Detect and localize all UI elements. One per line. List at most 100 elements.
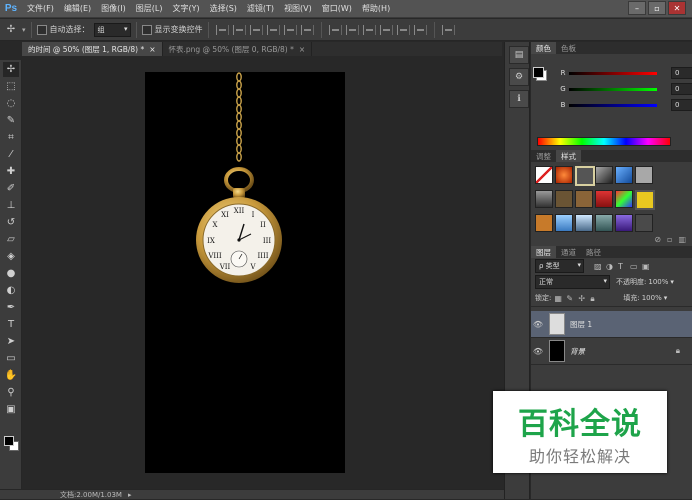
no-style-icon[interactable]: ⊘: [654, 235, 661, 244]
lock-position-icon[interactable]: ✢: [578, 294, 587, 303]
auto-select-checkbox[interactable]: [36, 24, 47, 35]
tab-color[interactable]: 颜色: [531, 42, 556, 54]
marquee-tool-icon[interactable]: ⬚: [3, 79, 19, 94]
lock-transparent-icon[interactable]: ▦: [554, 294, 563, 303]
healing-tool-icon[interactable]: ✚: [3, 164, 19, 179]
align-top-icon[interactable]: [215, 24, 229, 35]
align-right-icon[interactable]: [300, 24, 314, 35]
blur-tool-icon[interactable]: ●: [3, 266, 19, 281]
style-swatch[interactable]: [575, 190, 593, 208]
red-slider[interactable]: [569, 71, 657, 75]
style-swatch[interactable]: [595, 214, 613, 232]
blend-mode-dropdown[interactable]: 正常: [535, 275, 610, 289]
filter-smart-icon[interactable]: ▣: [642, 262, 651, 271]
distribute-right-icon[interactable]: [413, 24, 427, 35]
distribute-bottom-icon[interactable]: [362, 24, 376, 35]
menu-edit[interactable]: 编辑(E): [59, 3, 96, 14]
info-panel-icon[interactable]: ℹ: [509, 90, 529, 108]
style-swatch[interactable]: [575, 166, 595, 186]
opacity-input[interactable]: 100%: [648, 278, 668, 286]
history-brush-tool-icon[interactable]: ↺: [3, 215, 19, 230]
filter-adjust-icon[interactable]: ◑: [606, 262, 615, 271]
tab-paths[interactable]: 路径: [581, 246, 606, 258]
path-select-tool-icon[interactable]: ➤: [3, 334, 19, 349]
style-swatch[interactable]: [535, 166, 553, 184]
blue-value-input[interactable]: 0: [671, 99, 692, 111]
tab-close-icon[interactable]: ×: [299, 45, 305, 54]
dodge-tool-icon[interactable]: ◐: [3, 283, 19, 298]
green-slider[interactable]: [569, 87, 657, 91]
menu-select[interactable]: 选择(S): [205, 3, 242, 14]
menu-view[interactable]: 视图(V): [279, 3, 317, 14]
tab-channels[interactable]: 通道: [556, 246, 581, 258]
lock-pixels-icon[interactable]: ✎: [566, 294, 575, 303]
menu-window[interactable]: 窗口(W): [317, 3, 357, 14]
screen-mode-icon[interactable]: ▣: [3, 402, 19, 417]
new-style-icon[interactable]: ▫: [667, 235, 672, 244]
pen-tool-icon[interactable]: ✒: [3, 300, 19, 315]
style-swatch[interactable]: [535, 214, 553, 232]
distribute-left-icon[interactable]: [379, 24, 393, 35]
tab-layers[interactable]: 图层: [531, 246, 556, 258]
style-swatch[interactable]: [615, 214, 633, 232]
tab-document-1[interactable]: 的时间 @ 50% (图层 1, RGB/8) * ×: [22, 42, 163, 56]
style-swatch[interactable]: [635, 214, 653, 232]
lasso-tool-icon[interactable]: ◌: [3, 96, 19, 111]
menu-image[interactable]: 图像(I): [96, 3, 131, 14]
fill-input[interactable]: 100%: [642, 294, 662, 302]
style-swatch[interactable]: [555, 166, 573, 184]
crop-tool-icon[interactable]: ⌗: [3, 130, 19, 145]
restore-button[interactable]: ▫: [648, 1, 666, 15]
menu-type[interactable]: 文字(Y): [167, 3, 204, 14]
type-tool-icon[interactable]: T: [3, 317, 19, 332]
align-hcenter-icon[interactable]: [283, 24, 297, 35]
align-vcenter-icon[interactable]: [232, 24, 246, 35]
green-value-input[interactable]: 0: [671, 83, 692, 95]
history-panel-icon[interactable]: ▤: [509, 46, 529, 64]
shape-tool-icon[interactable]: ▭: [3, 351, 19, 366]
style-swatch[interactable]: [555, 190, 573, 208]
menu-filter[interactable]: 滤镜(T): [242, 3, 279, 14]
chevron-right-icon[interactable]: ▸: [128, 491, 132, 499]
filter-pixel-icon[interactable]: ▨: [594, 262, 603, 271]
tab-document-2[interactable]: 怀表.png @ 50% (图层 0, RGB/8) * ×: [163, 42, 313, 56]
align-left-icon[interactable]: [266, 24, 280, 35]
eraser-tool-icon[interactable]: ▱: [3, 232, 19, 247]
blue-slider[interactable]: [569, 103, 657, 107]
hand-tool-icon[interactable]: ✋: [3, 368, 19, 383]
style-swatch[interactable]: [555, 214, 573, 232]
close-button[interactable]: ✕: [668, 1, 686, 15]
layer-row-background[interactable]: 👁︎ 背景 🔒︎: [531, 338, 692, 365]
style-swatch[interactable]: [595, 166, 613, 184]
style-swatch[interactable]: [615, 190, 633, 208]
chevron-down-icon[interactable]: ▾: [22, 26, 26, 34]
layer-filter-dropdown[interactable]: ρ 类型: [535, 259, 584, 273]
color-spectrum-ramp[interactable]: [537, 137, 671, 146]
auto-select-dropdown[interactable]: 组: [93, 22, 131, 37]
bucket-tool-icon[interactable]: ◈: [3, 249, 19, 264]
properties-panel-icon[interactable]: ⚙: [509, 68, 529, 86]
style-swatch[interactable]: [535, 190, 553, 208]
chevron-down-icon[interactable]: ▾: [670, 278, 674, 286]
auto-align-icon[interactable]: [441, 24, 455, 35]
trash-icon[interactable]: ▥: [678, 235, 686, 244]
menu-file[interactable]: 文件(F): [22, 3, 59, 14]
tab-styles[interactable]: 样式: [556, 150, 581, 162]
distribute-top-icon[interactable]: [328, 24, 342, 35]
document-canvas[interactable]: XII I II III IIII V VII VIII IX X XI: [145, 72, 345, 473]
filter-shape-icon[interactable]: ▭: [630, 262, 639, 271]
red-value-input[interactable]: 0: [671, 67, 692, 79]
layer-row-layer1[interactable]: 👁︎ 图层 1: [531, 311, 692, 338]
menu-help[interactable]: 帮助(H): [357, 3, 395, 14]
chevron-down-icon[interactable]: ▾: [664, 294, 668, 302]
style-swatch[interactable]: [615, 166, 633, 184]
filter-type-icon[interactable]: T: [618, 262, 627, 271]
brush-tool-icon[interactable]: ✐: [3, 181, 19, 196]
show-transform-checkbox[interactable]: [141, 24, 152, 35]
tab-swatches[interactable]: 色板: [556, 42, 581, 54]
quick-select-tool-icon[interactable]: ✎: [3, 113, 19, 128]
visibility-eye-icon[interactable]: 👁︎: [531, 320, 545, 329]
eyedropper-tool-icon[interactable]: ⁄: [3, 147, 19, 162]
zoom-tool-icon[interactable]: ⚲: [3, 385, 19, 400]
tab-adjustments[interactable]: 调整: [531, 150, 556, 162]
